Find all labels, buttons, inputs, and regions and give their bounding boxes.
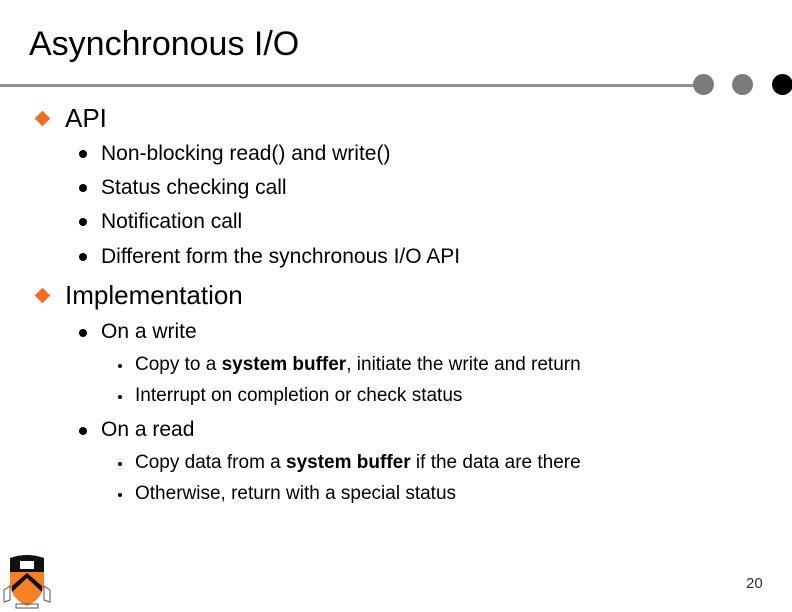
section-heading: API	[65, 103, 107, 133]
bullet-icon	[79, 427, 87, 435]
small-bullet-icon	[118, 462, 122, 466]
slide-title: Asynchronous I/O	[29, 25, 300, 63]
page-number: 20	[746, 575, 763, 592]
sub-list-item: Copy to a system buffer, initiate the wr…	[135, 354, 581, 375]
sub-list-item: Copy data from a system buffer if the da…	[135, 452, 581, 473]
section-heading: Implementation	[65, 280, 243, 310]
bullet-icon	[79, 150, 87, 158]
bullet-icon	[79, 184, 87, 192]
small-bullet-icon	[118, 364, 122, 368]
list-item: Notification call	[101, 210, 243, 233]
title-rule	[0, 84, 703, 87]
list-item: Status checking call	[101, 176, 287, 199]
list-item: Non-blocking read() and write()	[101, 142, 391, 165]
bullet-icon	[79, 329, 87, 337]
sub-list-item: Otherwise, return with a special status	[135, 483, 457, 504]
decorative-dot	[772, 74, 792, 95]
bullet-icon	[79, 218, 87, 226]
sub-list-item: Interrupt on completion or check status	[135, 385, 463, 406]
diamond-bullet-icon	[34, 287, 51, 304]
decorative-dot	[693, 74, 714, 95]
decorative-dot	[732, 74, 753, 95]
small-bullet-icon	[118, 493, 122, 497]
list-item: On a read	[101, 418, 195, 441]
bullet-icon	[79, 253, 87, 261]
princeton-shield-logo-icon	[3, 555, 51, 609]
diamond-bullet-icon	[34, 110, 51, 127]
list-item: Different form the synchronous I/O API	[101, 245, 461, 268]
small-bullet-icon	[118, 395, 122, 399]
list-item: On a write	[101, 320, 197, 343]
